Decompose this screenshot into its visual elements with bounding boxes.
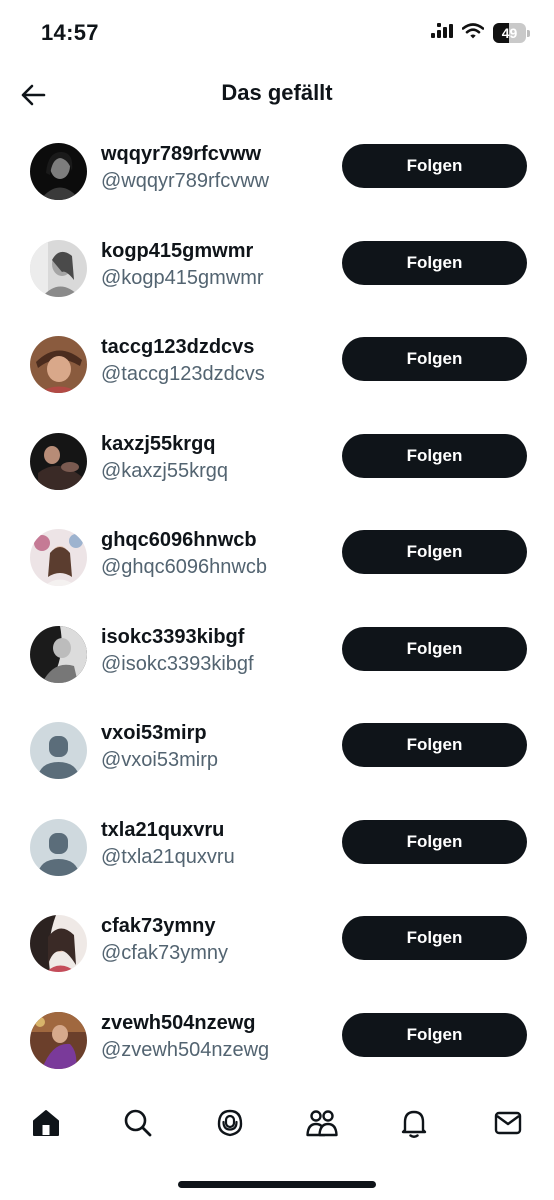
avatar[interactable]	[30, 915, 87, 972]
follow-button[interactable]: Folgen	[342, 723, 527, 767]
follow-button[interactable]: Folgen	[342, 530, 527, 574]
avatar[interactable]	[30, 336, 87, 393]
nav-notifications[interactable]	[394, 1103, 434, 1143]
user-name[interactable]: vxoi53mirp	[101, 722, 207, 745]
user-handle: @cfak73ymny	[101, 942, 229, 964]
follow-button[interactable]: Folgen	[342, 819, 527, 864]
user-name[interactable]: cfak73ymny	[101, 915, 216, 938]
battery-icon: 49	[493, 23, 530, 43]
home-icon	[33, 1110, 59, 1136]
user-handle: @zvewh504nzewg	[101, 1038, 270, 1061]
battery-level: 49	[501, 25, 518, 41]
nav-search[interactable]	[118, 1103, 158, 1143]
user-handle: @kaxzj55krgq	[101, 459, 229, 482]
user-row[interactable]: taccg123dzdcvs @taccg123dzdcvs Folgen	[0, 317, 554, 414]
user-handle: @vxoi53mirp	[101, 749, 219, 771]
user-name[interactable]: zvewh504nzewg	[101, 1012, 256, 1035]
user-row[interactable]: kaxzj55krgq @kaxzj55krgq Folgen	[0, 414, 554, 511]
avatar[interactable]	[30, 1011, 87, 1069]
user-handle: @isokc3393kibgf	[101, 652, 254, 675]
user-handle: @taccg123dzdcvs	[101, 363, 265, 385]
default-avatar-icon	[30, 818, 87, 876]
user-handle: @txla21quxvru	[101, 845, 235, 868]
user-row[interactable]: kogp415gmwmr @kogp415gmwmr Folgen	[0, 221, 554, 318]
user-handle: @kogp415gmwmr	[101, 266, 264, 289]
user-name[interactable]: kaxzj55krgq	[101, 433, 216, 456]
bottom-nav	[0, 1095, 554, 1151]
user-row[interactable]: vxoi53mirp @vxoi53mirp Folgen	[0, 703, 554, 800]
header: Das gefällt	[0, 70, 554, 120]
follow-button[interactable]: Folgen	[342, 240, 527, 285]
follow-button[interactable]: Folgen	[342, 337, 527, 381]
user-row[interactable]: txla21quxvru @txla21quxvru Folgen	[0, 800, 554, 897]
user-list: wqqyr789rfcvww @wqqyr789rfcvww Folgen ko…	[0, 124, 554, 1089]
spaces-icon	[217, 1109, 243, 1137]
home-indicator[interactable]	[178, 1181, 376, 1188]
screen: 14:57 49 Das gefällt wqqyr789rfcvww @wqq…	[0, 0, 554, 1200]
cellular-signal-icon	[431, 22, 453, 44]
user-row[interactable]: wqqyr789rfcvww @wqqyr789rfcvww Folgen	[0, 124, 554, 221]
avatar[interactable]	[30, 529, 87, 586]
user-name[interactable]: isokc3393kibgf	[101, 626, 244, 649]
user-row[interactable]: ghqc6096hnwcb @ghqc6096hnwcb Folgen	[0, 510, 554, 607]
nav-messages[interactable]	[488, 1103, 528, 1143]
user-row[interactable]: isokc3393kibgf @isokc3393kibgf Folgen	[0, 607, 554, 704]
status-time: 14:57	[41, 20, 99, 45]
nav-communities[interactable]	[302, 1103, 342, 1143]
user-name[interactable]: kogp415gmwmr	[101, 240, 253, 263]
nav-home[interactable]	[26, 1103, 66, 1143]
follow-button[interactable]: Folgen	[342, 626, 527, 671]
avatar[interactable]	[30, 432, 87, 490]
user-handle: @ghqc6096hnwcb	[101, 556, 267, 578]
user-name[interactable]: wqqyr789rfcvww	[101, 143, 261, 166]
wifi-icon	[461, 22, 485, 44]
follow-button[interactable]: Folgen	[342, 1012, 527, 1057]
status-icons: 49	[431, 22, 530, 44]
follow-button[interactable]: Folgen	[342, 144, 527, 188]
user-name[interactable]: ghqc6096hnwcb	[101, 529, 257, 552]
user-row[interactable]: cfak73ymny @cfak73ymny Folgen	[0, 896, 554, 993]
avatar[interactable]	[30, 722, 87, 779]
user-handle: @wqqyr789rfcvww	[101, 170, 270, 192]
user-name[interactable]: txla21quxvru	[101, 819, 224, 842]
avatar[interactable]	[30, 818, 87, 876]
default-avatar-icon	[30, 722, 87, 779]
communities-icon	[306, 1110, 338, 1137]
follow-button[interactable]: Folgen	[342, 916, 527, 960]
messages-icon	[494, 1111, 522, 1135]
user-name[interactable]: taccg123dzdcvs	[101, 336, 254, 359]
avatar[interactable]	[30, 143, 87, 200]
user-row[interactable]: zvewh504nzewg @zvewh504nzewg Folgen	[0, 993, 554, 1090]
avatar[interactable]	[30, 625, 87, 683]
notifications-icon	[401, 1110, 427, 1138]
page-title: Das gefällt	[221, 80, 333, 105]
status-bar: 14:57 49	[0, 0, 554, 66]
search-icon	[124, 1109, 152, 1137]
nav-spaces[interactable]	[210, 1103, 250, 1143]
follow-button[interactable]: Folgen	[342, 433, 527, 478]
avatar[interactable]	[30, 239, 87, 297]
